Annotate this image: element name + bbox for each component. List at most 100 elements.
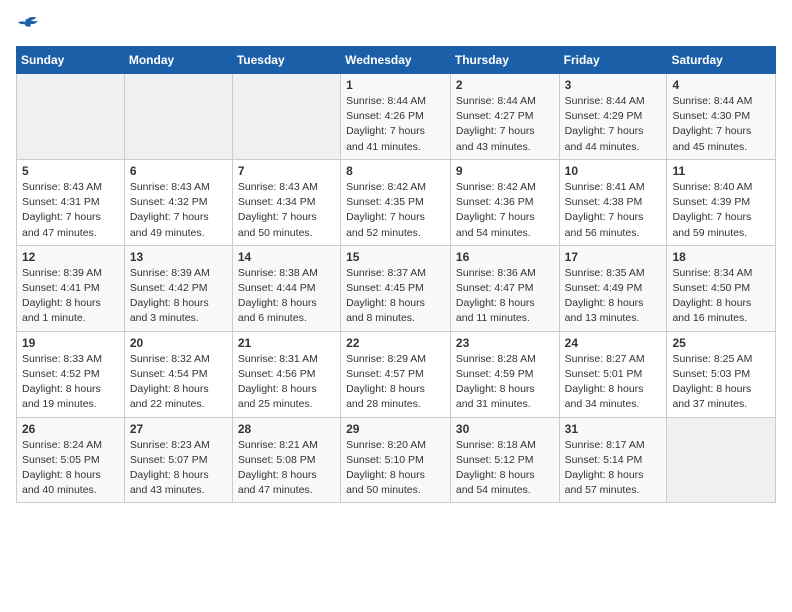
day-number: 29: [346, 422, 445, 436]
day-info: Sunrise: 8:34 AM Sunset: 4:50 PM Dayligh…: [672, 266, 770, 327]
calendar-cell: [124, 74, 232, 160]
weekday-header-thursday: Thursday: [450, 47, 559, 74]
day-info: Sunrise: 8:42 AM Sunset: 4:36 PM Dayligh…: [456, 180, 554, 241]
calendar-cell: 9Sunrise: 8:42 AM Sunset: 4:36 PM Daylig…: [450, 159, 559, 245]
calendar-cell: 20 Sunrise: 8:32 AM Sunset: 4:54 PM Dayli…: [124, 331, 232, 417]
day-number: 20: [130, 336, 227, 350]
day-number: 23: [456, 336, 554, 350]
day-number: 2: [456, 78, 554, 92]
calendar-cell: 31Sunrise: 8:17 AM Sunset: 5:14 PM Dayli…: [559, 417, 667, 503]
day-number: 16: [456, 250, 554, 264]
day-info: Sunrise: 8:32 AM Sunset: 4:54 PM Dayligh…: [130, 352, 227, 413]
day-number: 14: [238, 250, 335, 264]
day-info: Sunrise: 8:43 AM Sunset: 4:34 PM Dayligh…: [238, 180, 335, 241]
day-info: Sunrise: 8:36 AM Sunset: 4:47 PM Dayligh…: [456, 266, 554, 327]
calendar-cell: 5 Sunrise: 8:43 AM Sunset: 4:31 PM Daylig…: [17, 159, 125, 245]
logo-bird-icon: [16, 16, 40, 36]
day-number: 13: [130, 250, 227, 264]
day-number: 24: [565, 336, 662, 350]
calendar-week-5: 26Sunrise: 8:24 AM Sunset: 5:05 PM Dayli…: [17, 417, 776, 503]
calendar-cell: 23 Sunrise: 8:28 AM Sunset: 4:59 PM Dayli…: [450, 331, 559, 417]
day-info: Sunrise: 8:42 AM Sunset: 4:35 PM Dayligh…: [346, 180, 445, 241]
calendar-cell: 30Sunrise: 8:18 AM Sunset: 5:12 PM Dayli…: [450, 417, 559, 503]
calendar-cell: 3 Sunrise: 8:44 AM Sunset: 4:29 PM Daylig…: [559, 74, 667, 160]
day-info: Sunrise: 8:29 AM Sunset: 4:57 PM Dayligh…: [346, 352, 445, 413]
calendar-cell: 17 Sunrise: 8:35 AM Sunset: 4:49 PM Dayli…: [559, 245, 667, 331]
calendar-cell: 12 Sunrise: 8:39 AM Sunset: 4:41 PM Dayli…: [17, 245, 125, 331]
day-number: 3: [565, 78, 662, 92]
day-number: 19: [22, 336, 119, 350]
day-info: Sunrise: 8:20 AM Sunset: 5:10 PM Dayligh…: [346, 438, 445, 499]
day-info: Sunrise: 8:44 AM Sunset: 4:27 PM Dayligh…: [456, 94, 554, 155]
day-number: 12: [22, 250, 119, 264]
calendar-cell: 11Sunrise: 8:40 AM Sunset: 4:39 PM Dayli…: [667, 159, 776, 245]
day-number: 17: [565, 250, 662, 264]
calendar-cell: 7 Sunrise: 8:43 AM Sunset: 4:34 PM Daylig…: [232, 159, 340, 245]
day-number: 21: [238, 336, 335, 350]
day-info: Sunrise: 8:41 AM Sunset: 4:38 PM Dayligh…: [565, 180, 662, 241]
logo: [16, 16, 44, 36]
day-number: 15: [346, 250, 445, 264]
weekday-header-tuesday: Tuesday: [232, 47, 340, 74]
day-info: Sunrise: 8:44 AM Sunset: 4:30 PM Dayligh…: [672, 94, 770, 155]
calendar-cell: [17, 74, 125, 160]
page-header: [16, 16, 776, 36]
day-info: Sunrise: 8:44 AM Sunset: 4:29 PM Dayligh…: [565, 94, 662, 155]
day-info: Sunrise: 8:39 AM Sunset: 4:42 PM Dayligh…: [130, 266, 227, 327]
day-number: 22: [346, 336, 445, 350]
calendar-cell: 26Sunrise: 8:24 AM Sunset: 5:05 PM Dayli…: [17, 417, 125, 503]
calendar-cell: [232, 74, 340, 160]
day-info: Sunrise: 8:28 AM Sunset: 4:59 PM Dayligh…: [456, 352, 554, 413]
calendar-cell: [667, 417, 776, 503]
weekday-header-saturday: Saturday: [667, 47, 776, 74]
day-number: 18: [672, 250, 770, 264]
day-info: Sunrise: 8:17 AM Sunset: 5:14 PM Dayligh…: [565, 438, 662, 499]
calendar-cell: 16 Sunrise: 8:36 AM Sunset: 4:47 PM Dayli…: [450, 245, 559, 331]
day-number: 4: [672, 78, 770, 92]
day-number: 11: [672, 164, 770, 178]
calendar-cell: 27 Sunrise: 8:23 AM Sunset: 5:07 PM Dayli…: [124, 417, 232, 503]
weekday-header-wednesday: Wednesday: [341, 47, 451, 74]
calendar-cell: 1Sunrise: 8:44 AM Sunset: 4:26 PM Daylig…: [341, 74, 451, 160]
day-number: 27: [130, 422, 227, 436]
calendar-cell: 18 Sunrise: 8:34 AM Sunset: 4:50 PM Dayli…: [667, 245, 776, 331]
day-info: Sunrise: 8:43 AM Sunset: 4:32 PM Dayligh…: [130, 180, 227, 241]
day-info: Sunrise: 8:23 AM Sunset: 5:07 PM Dayligh…: [130, 438, 227, 499]
calendar-cell: 29 Sunrise: 8:20 AM Sunset: 5:10 PM Dayli…: [341, 417, 451, 503]
day-info: Sunrise: 8:25 AM Sunset: 5:03 PM Dayligh…: [672, 352, 770, 413]
day-number: 5: [22, 164, 119, 178]
day-info: Sunrise: 8:33 AM Sunset: 4:52 PM Dayligh…: [22, 352, 119, 413]
calendar-week-4: 19 Sunrise: 8:33 AM Sunset: 4:52 PM Dayli…: [17, 331, 776, 417]
day-number: 7: [238, 164, 335, 178]
day-number: 6: [130, 164, 227, 178]
day-info: Sunrise: 8:43 AM Sunset: 4:31 PM Dayligh…: [22, 180, 119, 241]
day-info: Sunrise: 8:31 AM Sunset: 4:56 PM Dayligh…: [238, 352, 335, 413]
day-number: 25: [672, 336, 770, 350]
day-number: 10: [565, 164, 662, 178]
day-number: 8: [346, 164, 445, 178]
day-info: Sunrise: 8:35 AM Sunset: 4:49 PM Dayligh…: [565, 266, 662, 327]
day-info: Sunrise: 8:27 AM Sunset: 5:01 PM Dayligh…: [565, 352, 662, 413]
weekday-header-monday: Monday: [124, 47, 232, 74]
day-info: Sunrise: 8:39 AM Sunset: 4:41 PM Dayligh…: [22, 266, 119, 327]
calendar-cell: 6 Sunrise: 8:43 AM Sunset: 4:32 PM Daylig…: [124, 159, 232, 245]
calendar-cell: 22 Sunrise: 8:29 AM Sunset: 4:57 PM Dayli…: [341, 331, 451, 417]
calendar-header: SundayMondayTuesdayWednesdayThursdayFrid…: [17, 47, 776, 74]
calendar-cell: 10 Sunrise: 8:41 AM Sunset: 4:38 PM Dayli…: [559, 159, 667, 245]
day-number: 30: [456, 422, 554, 436]
calendar-cell: 2 Sunrise: 8:44 AM Sunset: 4:27 PM Daylig…: [450, 74, 559, 160]
calendar-cell: 13 Sunrise: 8:39 AM Sunset: 4:42 PM Dayli…: [124, 245, 232, 331]
weekday-header-friday: Friday: [559, 47, 667, 74]
day-info: Sunrise: 8:24 AM Sunset: 5:05 PM Dayligh…: [22, 438, 119, 499]
calendar-cell: 15Sunrise: 8:37 AM Sunset: 4:45 PM Dayli…: [341, 245, 451, 331]
day-info: Sunrise: 8:44 AM Sunset: 4:26 PM Dayligh…: [346, 94, 445, 155]
calendar-cell: 14 Sunrise: 8:38 AM Sunset: 4:44 PM Dayli…: [232, 245, 340, 331]
calendar-week-2: 5 Sunrise: 8:43 AM Sunset: 4:31 PM Daylig…: [17, 159, 776, 245]
calendar-cell: 19 Sunrise: 8:33 AM Sunset: 4:52 PM Dayli…: [17, 331, 125, 417]
day-number: 28: [238, 422, 335, 436]
calendar-week-3: 12 Sunrise: 8:39 AM Sunset: 4:41 PM Dayli…: [17, 245, 776, 331]
calendar-cell: 4 Sunrise: 8:44 AM Sunset: 4:30 PM Daylig…: [667, 74, 776, 160]
weekday-header-sunday: Sunday: [17, 47, 125, 74]
day-info: Sunrise: 8:21 AM Sunset: 5:08 PM Dayligh…: [238, 438, 335, 499]
day-info: Sunrise: 8:38 AM Sunset: 4:44 PM Dayligh…: [238, 266, 335, 327]
